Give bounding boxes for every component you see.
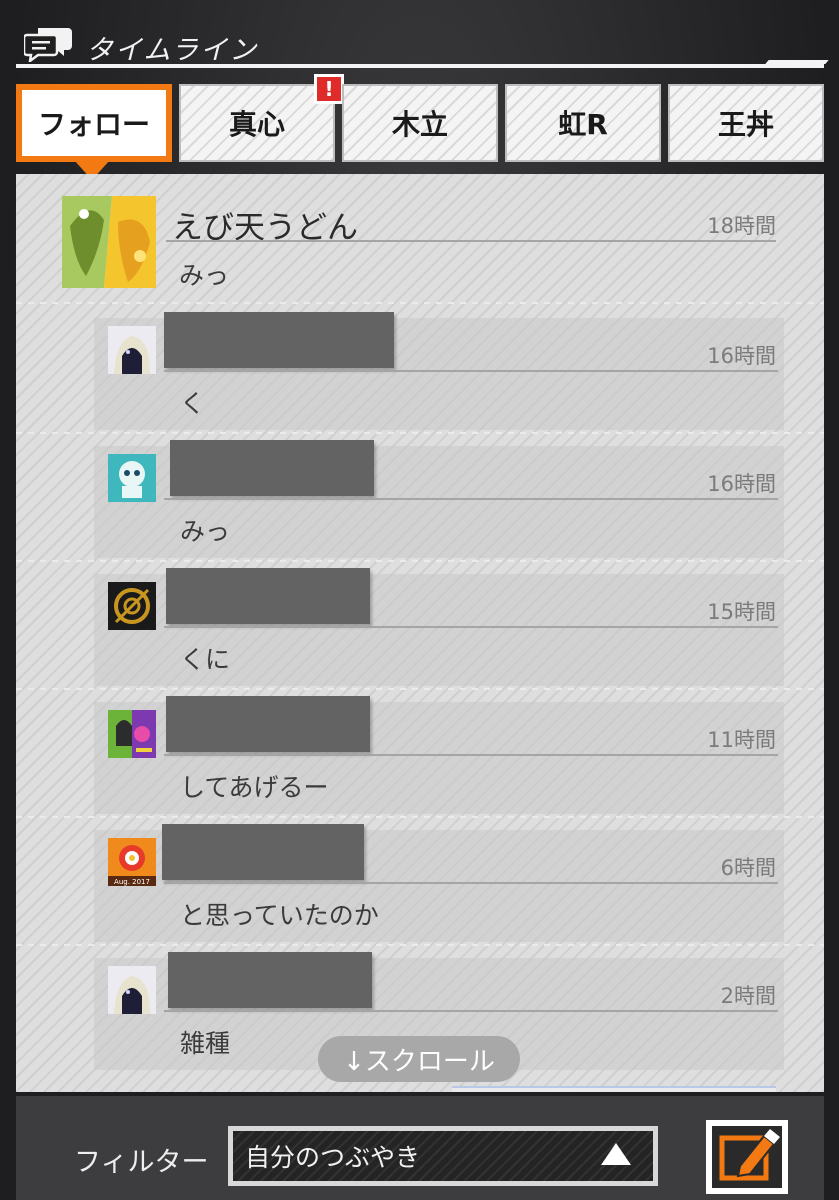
timeline-reply[interactable]: 16時間 く xyxy=(94,312,784,430)
avatar[interactable] xyxy=(108,966,156,1014)
tab-oudon[interactable]: 王丼 xyxy=(668,84,824,162)
filter-dropdown-inner: 自分のつぶやき xyxy=(233,1131,653,1181)
page-title: タイムライン xyxy=(86,35,259,66)
header-divider xyxy=(16,64,824,68)
avatar[interactable] xyxy=(108,582,156,630)
timeline-feed[interactable]: えび天うどん 18時間 みっ 16時間 く 16時間 みっ 15時間 くに 11… xyxy=(16,174,824,1092)
post-time: 15時間 xyxy=(707,600,776,624)
post-divider xyxy=(164,754,778,756)
tab-label: 王丼 xyxy=(717,108,774,141)
compose-button-inner xyxy=(712,1126,782,1188)
avatar-caption: Aug. 2017 xyxy=(114,878,150,886)
post-message: みっ xyxy=(180,517,231,546)
compose-button[interactable] xyxy=(706,1120,788,1194)
row-separator xyxy=(16,944,824,946)
post-time: 18時間 xyxy=(707,214,776,238)
tab-magokoro[interactable]: 真心 xyxy=(179,84,335,162)
post-divider xyxy=(166,240,776,242)
avatar[interactable]: Aug. 2017 xyxy=(108,838,156,886)
next-item-peek xyxy=(452,1086,776,1092)
redacted-name xyxy=(164,312,394,368)
tab-label: 真心 xyxy=(228,108,285,141)
post-time: 16時間 xyxy=(707,472,776,496)
footer-bar: フィルター 自分のつぶやき xyxy=(16,1096,824,1200)
chat-bubbles-icon xyxy=(24,28,72,62)
post-time: 6時間 xyxy=(720,856,776,880)
filter-selected-value: 自分のつぶやき xyxy=(245,1143,421,1172)
tab-label: フォロー xyxy=(22,90,166,156)
timeline-post[interactable]: えび天うどん 18時間 みっ xyxy=(16,174,824,304)
tab-kodachi[interactable]: 木立 xyxy=(342,84,498,162)
post-divider xyxy=(164,1010,778,1012)
post-divider xyxy=(164,882,778,884)
post-divider xyxy=(164,498,778,500)
tab-label: 木立 xyxy=(391,108,448,141)
post-message: してあげるー xyxy=(180,773,329,802)
post-message: みっ xyxy=(179,261,230,290)
header: タイムライン xyxy=(16,18,824,70)
row-separator xyxy=(16,432,824,434)
scroll-hint-button[interactable]: ↓スクロール xyxy=(318,1036,520,1082)
post-message: く xyxy=(180,389,206,418)
timeline-reply[interactable]: 15時間 くに xyxy=(94,568,784,686)
row-separator xyxy=(16,302,824,304)
filter-dropdown[interactable]: 自分のつぶやき xyxy=(228,1126,658,1186)
post-time: 11時間 xyxy=(707,728,776,752)
post-message: 雑種 xyxy=(180,1029,231,1058)
avatar[interactable] xyxy=(62,196,156,288)
triangle-up-icon xyxy=(601,1143,631,1165)
redacted-name xyxy=(166,568,370,624)
redacted-name xyxy=(168,952,372,1008)
pencil-square-icon xyxy=(719,1129,780,1181)
tab-follow[interactable]: フォロー xyxy=(16,84,172,162)
row-separator xyxy=(16,688,824,690)
avatar[interactable] xyxy=(108,326,156,374)
tab-bar: フォロー 真心 ! 木立 虹R 王丼 xyxy=(16,74,824,180)
timeline-reply[interactable]: 16時間 みっ xyxy=(94,440,784,558)
post-time: 16時間 xyxy=(707,344,776,368)
tab-niji-r[interactable]: 虹R xyxy=(505,84,661,162)
timeline-screen: タイムライン フォロー 真心 ! 木立 虹R 王丼 えび天うどん 18時間 みっ… xyxy=(0,0,839,1200)
avatar[interactable] xyxy=(108,710,156,758)
row-separator xyxy=(16,560,824,562)
timeline-reply[interactable]: Aug. 2017 6時間 と思っていたのか xyxy=(94,824,784,942)
post-time: 2時間 xyxy=(720,984,776,1008)
alert-badge-icon: ! xyxy=(314,74,344,104)
filter-label: フィルター xyxy=(74,1147,209,1178)
tab-label: 虹R xyxy=(558,108,608,141)
timeline-reply[interactable]: 11時間 してあげるー xyxy=(94,696,784,814)
redacted-name xyxy=(166,696,370,752)
post-divider xyxy=(164,626,778,628)
redacted-name xyxy=(170,440,374,496)
redacted-name xyxy=(162,824,364,880)
post-message: と思っていたのか xyxy=(180,901,379,930)
post-message: くに xyxy=(180,645,231,674)
avatar[interactable] xyxy=(108,454,156,502)
row-separator xyxy=(16,816,824,818)
post-divider xyxy=(164,370,778,372)
